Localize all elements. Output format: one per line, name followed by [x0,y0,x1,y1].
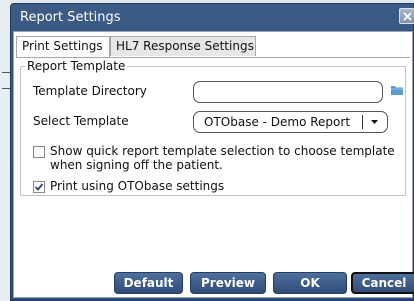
title-bar[interactable]: Report Settings [11,4,414,31]
window-title: Report Settings [20,10,121,25]
quick-selection-checkbox[interactable] [33,146,45,158]
background-line [2,88,10,89]
select-template-label: Select Template [33,114,129,128]
chevron-down-icon[interactable] [371,120,378,124]
settings-panel: Print Settings HL7 Response Settings Rep… [13,31,414,298]
tab-hl7-response-settings[interactable]: HL7 Response Settings [110,36,256,56]
report-template-group: Report Template Template Directory Selec… [20,59,406,196]
select-template-value: OTObase - Demo Report [204,115,351,129]
template-directory-label: Template Directory [33,84,147,98]
template-directory-input[interactable] [193,81,383,103]
close-icon [403,12,412,21]
tab-print-settings[interactable]: Print Settings [16,36,110,57]
print-otobase-label: Print using OTObase settings [50,179,225,193]
folder-icon[interactable] [391,85,404,96]
print-otobase-checkbox[interactable] [33,181,45,193]
quick-selection-label: Show quick report template selection to … [50,144,395,172]
ok-button[interactable]: OK [273,272,347,294]
group-title: Report Template [25,59,128,73]
close-button[interactable] [399,8,414,24]
report-settings-dialog: Report Settings Print Settings HL7 Respo… [10,3,414,301]
dropdown-separator [362,115,363,129]
button-bar: Default Preview OK Cancel [14,270,414,298]
background-window-edge [0,0,10,301]
preview-button[interactable]: Preview [190,272,266,294]
checkmark-icon [34,183,44,191]
tab-divider [16,57,410,58]
background-line [2,72,10,73]
default-button[interactable]: Default [114,272,183,294]
select-template-dropdown[interactable]: OTObase - Demo Report [193,111,388,133]
cancel-button[interactable]: Cancel [351,272,414,294]
